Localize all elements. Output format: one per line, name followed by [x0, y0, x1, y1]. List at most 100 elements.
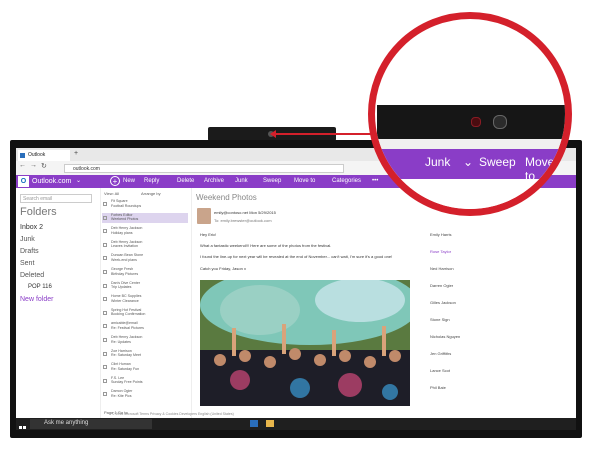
message-checkbox[interactable] [103, 365, 107, 370]
refresh-icon[interactable]: ↻ [41, 162, 47, 170]
message-checkbox[interactable] [103, 338, 107, 342]
outlook-logo-icon[interactable]: O [18, 176, 29, 187]
person-item[interactable]: Stone Sign [430, 317, 450, 322]
junk-button[interactable]: Junk [235, 177, 248, 186]
person-item[interactable]: Ned Harrison [430, 266, 454, 271]
forward-icon[interactable]: → [30, 162, 37, 169]
windows-start-icon[interactable] [19, 420, 26, 429]
search-input[interactable]: Search email [20, 194, 92, 203]
person-item[interactable]: Phil Baie [430, 385, 446, 390]
message-checkbox[interactable] [103, 297, 107, 302]
message-checkbox[interactable] [103, 324, 107, 329]
message-row[interactable]: amicable@email Re: Festival Pictures [102, 321, 188, 331]
folder-taskbar-icon[interactable] [266, 420, 274, 427]
message-summary: Spring Hot Festival Booking Confirmation [111, 307, 146, 317]
footer-links[interactable]: © 2016 Microsoft Terms Privacy & Cookies… [112, 412, 234, 416]
person-item[interactable]: Lance Scot [430, 368, 450, 373]
email-line-2: I found the line-up for next year will b… [200, 254, 393, 259]
new-button[interactable]: New [123, 177, 135, 186]
message-checkbox[interactable] [103, 310, 107, 315]
message-row[interactable]: Zoe Harrison Re: Saturday Meet [102, 349, 188, 359]
message-checkbox[interactable] [103, 229, 107, 234]
message-row[interactable]: Deb Henry Jackson Re: Updates [102, 335, 188, 345]
browser-tab[interactable]: Outlook [18, 150, 70, 161]
message-checkbox[interactable] [103, 283, 107, 288]
zoomed-camera-lens [493, 115, 507, 129]
message-row[interactable]: Spring Hot Festival Booking Confirmation [102, 308, 188, 318]
message-summary: Dan's Dive Center Trip Updates [111, 280, 141, 290]
person-item[interactable]: Jen Griffiths [430, 351, 451, 356]
callout-line [274, 133, 374, 135]
message-checkbox[interactable] [103, 202, 107, 206]
message-row[interactable]: Duncan Bean Stone Week-end plans [102, 253, 188, 263]
folder-junk[interactable]: Junk [20, 236, 35, 243]
folders-heading: Folders [20, 206, 57, 218]
message-row[interactable]: Damon Ogier Re: Kite Pics [102, 389, 188, 399]
person-item[interactable]: Rose Taylor [430, 249, 451, 254]
sweep-button[interactable]: Sweep [263, 177, 281, 186]
message-row[interactable]: Forbes Editor Weekend Photos [102, 212, 188, 223]
message-row[interactable]: Home BC Supplies Winter Clearance [102, 294, 188, 304]
person-item[interactable]: Gilles Jackson [430, 300, 456, 305]
message-summary: Clint Human Re: Saturday Fun [111, 362, 140, 371]
move-to-button[interactable]: Move to [294, 177, 315, 186]
zoomed-ir-sensor [471, 117, 481, 127]
sender-line: emily@contoso.net Mon 5/29/2015 [214, 210, 276, 215]
brand-label[interactable]: Outlook.com [32, 177, 71, 186]
message-checkbox[interactable] [103, 392, 107, 397]
view-filter[interactable]: View: All [104, 191, 119, 196]
message-checkbox[interactable] [103, 378, 107, 383]
tab-title: Outlook [28, 152, 46, 158]
message-summary: Fit Square Football Roundups [111, 199, 142, 208]
categories-button[interactable]: Categories [332, 177, 361, 186]
message-checkbox[interactable] [103, 351, 107, 356]
zoomed-screen-edge [375, 139, 565, 149]
delete-button[interactable]: Delete [177, 177, 194, 186]
festival-photo [200, 280, 410, 406]
archive-button[interactable]: Archive [204, 177, 224, 186]
person-item[interactable]: Emily Harris [430, 232, 452, 237]
message-checkbox[interactable] [103, 270, 107, 274]
callout-arrowhead [270, 130, 276, 138]
message-checkbox[interactable] [103, 256, 107, 261]
message-row[interactable]: Deb Henry Jackson Leaves Invitation [102, 240, 188, 250]
message-row[interactable]: Deb Henry Jackson Holiday plans [102, 226, 188, 236]
plus-icon[interactable]: + [110, 176, 120, 186]
zoomed-chevron-icon: ⌄ [463, 155, 474, 169]
message-summary: Zoe Harrison Re: Saturday Meet [111, 348, 141, 358]
message-summary: Deb Henry Jackson Re: Updates [111, 335, 143, 344]
message-row[interactable]: Fit Square Football Roundups [102, 199, 188, 209]
back-icon[interactable]: ← [19, 162, 26, 169]
folder-pop[interactable]: POP 116 [28, 284, 52, 290]
folder-drafts[interactable]: Drafts [20, 248, 39, 255]
folder-deleted[interactable]: Deleted [20, 272, 44, 279]
message-checkbox[interactable] [103, 242, 107, 247]
person-item[interactable]: Nicholas Nguyen [430, 334, 460, 339]
arrange-by[interactable]: Arrange by [141, 191, 161, 196]
message-row[interactable]: Dan's Dive Center Trip Updates [102, 281, 188, 291]
message-checkbox[interactable] [103, 215, 107, 220]
message-row[interactable]: F.S. Lee Sunday Free Points [102, 376, 188, 386]
zoomed-sweep: Sweep [479, 155, 516, 169]
person-item[interactable]: Darren Ogier [430, 283, 453, 288]
avatar [197, 208, 211, 224]
message-summary: amicable@email Re: Festival Pictures [111, 321, 144, 330]
email-line-3: Catch you Friday, Jason x [200, 266, 246, 271]
message-summary: Home BC Supplies Winter Clearance [111, 294, 142, 303]
email-line-1: What a fantastic weekend!!! Here are som… [200, 243, 332, 248]
new-tab-icon[interactable]: + [74, 150, 78, 157]
edge-taskbar-icon[interactable] [250, 420, 258, 427]
reply-button[interactable]: Reply [144, 177, 159, 186]
email-subject: Weekend Photos [196, 193, 257, 202]
message-summary: Deb Henry Jackson Leaves Invitation [111, 239, 143, 249]
zoom-callout: Junk ⌄ Sweep Move to [368, 12, 572, 216]
address-field[interactable]: outlook.com [64, 164, 344, 173]
folder-sent[interactable]: Sent [20, 260, 34, 267]
message-row[interactable]: Clint Human Re: Saturday Fun [102, 362, 188, 372]
folder-inbox[interactable]: Inbox 2 [20, 224, 43, 231]
message-row[interactable]: George Fresh Birthday Pictures [102, 267, 188, 277]
message-summary: Duncan Bean Stone Week-end plans [111, 253, 144, 262]
chevron-down-icon[interactable]: ⌄ [76, 177, 81, 186]
new-folder-link[interactable]: New folder [20, 296, 53, 303]
message-summary: Forbes Editor Weekend Photos [111, 212, 139, 222]
